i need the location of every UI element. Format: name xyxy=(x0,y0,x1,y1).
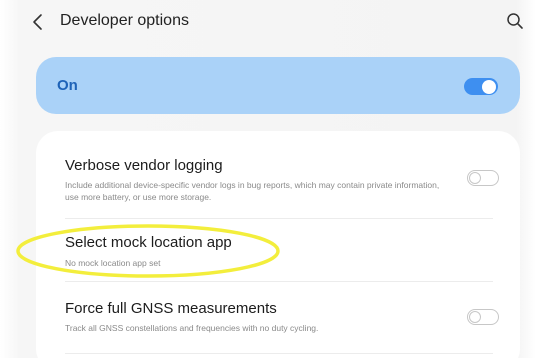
settings-card: Verbose vendor logging Include additiona… xyxy=(36,131,520,358)
app-bar: Developer options xyxy=(0,0,536,44)
setting-row-force-full-gnss[interactable]: Force full GNSS measurements Track all G… xyxy=(36,282,520,352)
setting-subtitle: No mock location app set xyxy=(65,258,161,268)
master-switch-label: On xyxy=(57,77,78,94)
page-title: Developer options xyxy=(60,12,189,29)
setting-subtitle: Track all GNSS constellations and freque… xyxy=(65,323,319,333)
setting-row-select-mock-location-app[interactable]: Select mock location app No mock locatio… xyxy=(36,219,520,281)
verbose-vendor-logging-toggle[interactable] xyxy=(467,170,499,186)
setting-title: Select mock location app xyxy=(65,234,232,251)
master-switch-bar[interactable]: On xyxy=(36,57,520,114)
setting-title: Force full GNSS measurements xyxy=(65,300,277,317)
force-full-gnss-toggle[interactable] xyxy=(467,309,499,325)
setting-row-verbose-vendor-logging[interactable]: Verbose vendor logging Include additiona… xyxy=(36,131,520,219)
back-button[interactable] xyxy=(26,10,50,34)
toggle-knob xyxy=(482,79,496,94)
search-icon xyxy=(507,13,523,29)
setting-title: Verbose vendor logging xyxy=(65,157,223,174)
toggle-knob xyxy=(469,171,481,184)
chevron-left-icon xyxy=(33,14,42,30)
developer-options-screen: Developer options On Verbose vendor logg… xyxy=(0,0,536,358)
setting-subtitle: Include additional device-specific vendo… xyxy=(65,180,440,202)
master-toggle[interactable] xyxy=(464,78,498,95)
toggle-knob xyxy=(469,310,481,323)
divider xyxy=(65,353,493,354)
search-button[interactable] xyxy=(504,10,526,32)
